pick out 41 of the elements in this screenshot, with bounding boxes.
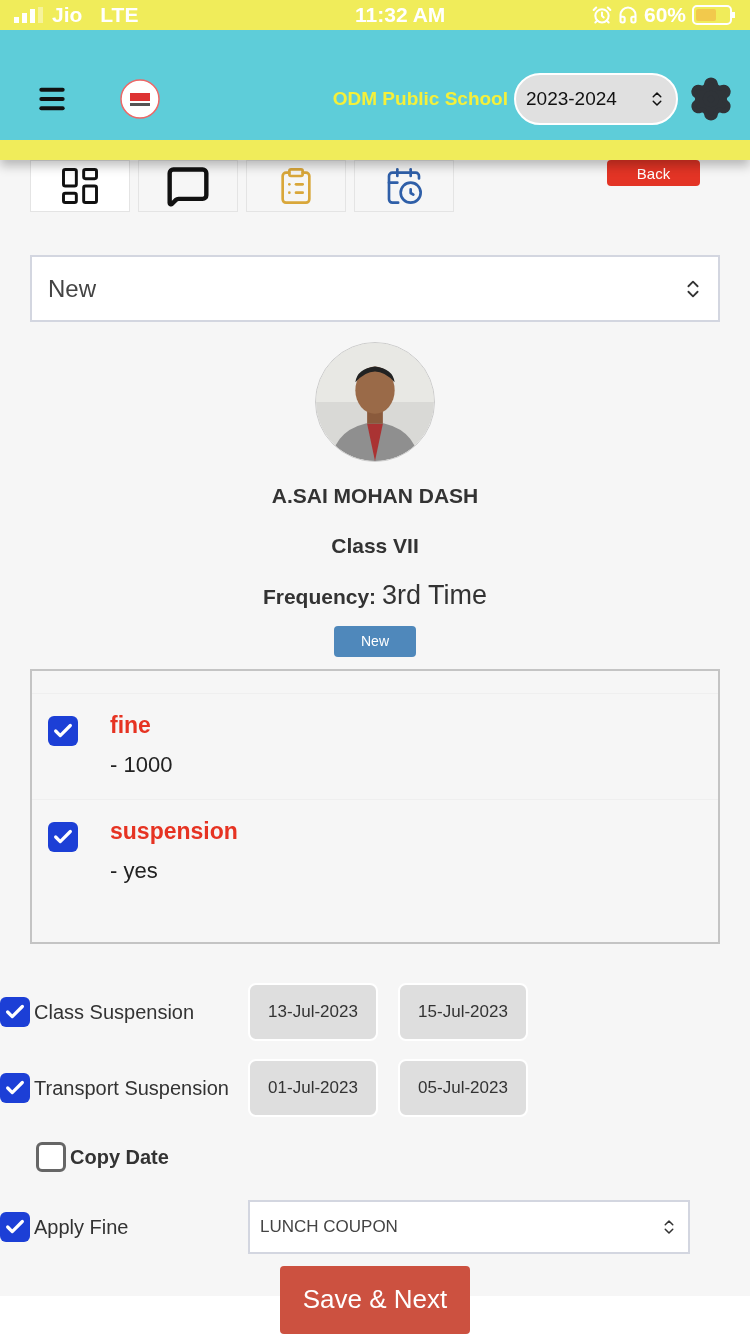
tab[interactable] [30, 160, 130, 212]
headphones-icon [617, 5, 638, 25]
checkbox[interactable] [48, 715, 78, 746]
school-name: ODM Public School [332, 86, 508, 111]
date-field[interactable]: 01-Jul-2023 [248, 1058, 378, 1117]
row-label: Transport Suspension [34, 1075, 229, 1101]
action-title: fine [110, 710, 152, 740]
back-button[interactable]: Back [607, 160, 700, 186]
frequency-label: Frequency: [262, 584, 377, 610]
checkbox[interactable] [0, 1211, 30, 1242]
date-field[interactable]: 05-Jul-2023 [398, 1058, 528, 1117]
school-logo[interactable] [120, 79, 160, 119]
student-class: Class VII [331, 532, 419, 559]
carrier-text: Jio [52, 2, 83, 29]
row-label: Class Suspension [34, 999, 195, 1025]
date-field[interactable]: 15-Jul-2023 [398, 982, 528, 1041]
network-text: LTE [100, 2, 139, 29]
status-select[interactable]: New [30, 255, 720, 322]
action-title: suspension [110, 816, 238, 846]
action-detail: - yes [110, 857, 159, 885]
checkbox[interactable] [0, 996, 30, 1027]
checkbox[interactable] [36, 1141, 66, 1172]
checkbox[interactable] [0, 1072, 30, 1103]
row-label: Apply Fine [34, 1214, 129, 1240]
action-detail: - 1000 [110, 751, 173, 779]
date-field[interactable]: 13-Jul-2023 [248, 982, 378, 1041]
status-badge: New [334, 625, 416, 657]
checkbox[interactable] [48, 821, 78, 852]
signal-icon [14, 7, 44, 23]
frequency-value: 3rd Time [382, 579, 488, 612]
tab[interactable] [138, 160, 238, 212]
session-select[interactable]: 2023-2024 [514, 73, 678, 125]
row-label: Copy Date [70, 1144, 169, 1170]
chat-icon [166, 164, 210, 208]
fine-select[interactable]: LUNCH COUPON [248, 1199, 690, 1254]
save-next-button[interactable]: Save & Next [280, 1265, 470, 1334]
student-name: A.SAI MOHAN DASH [271, 483, 479, 509]
clock-text: 11:32 AM [355, 2, 446, 29]
alarm-icon [591, 5, 612, 25]
battery-icon [692, 5, 736, 25]
battery-text: 60% [643, 2, 686, 29]
